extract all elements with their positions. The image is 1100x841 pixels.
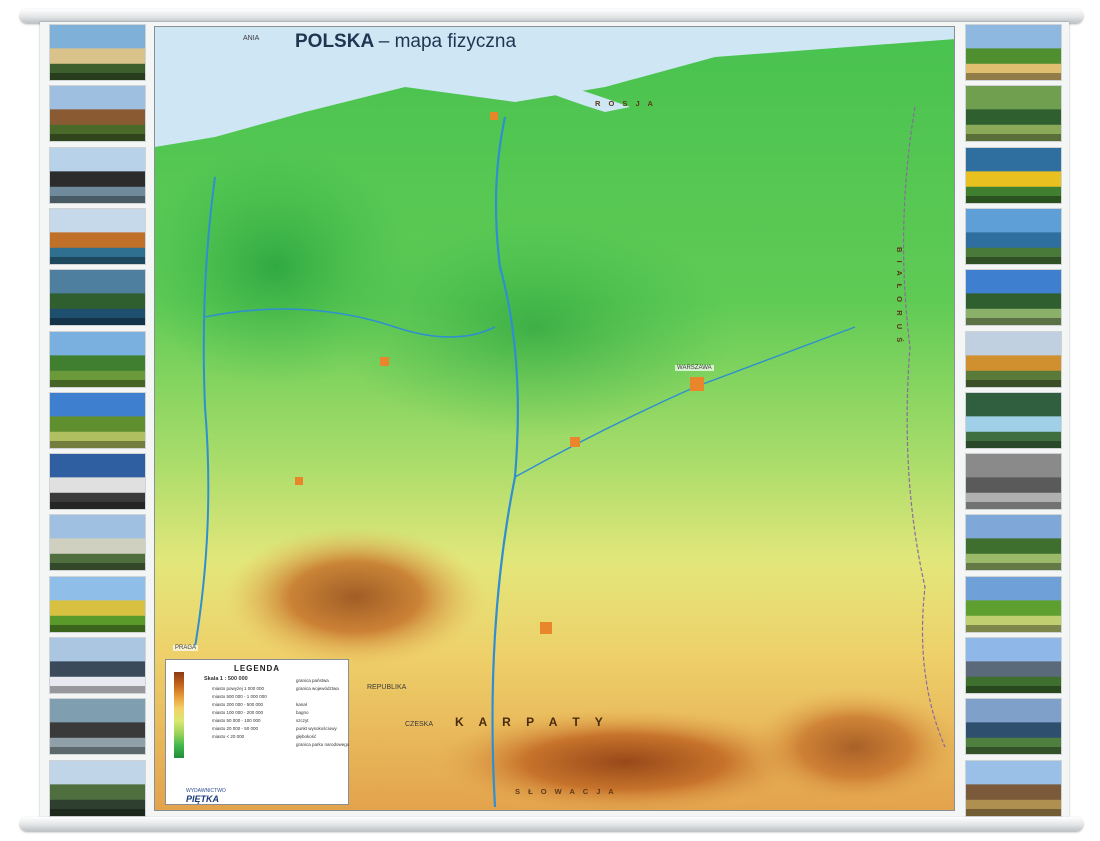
photo-caption-strip — [966, 686, 1061, 693]
photo-caption-strip — [966, 747, 1061, 755]
legend-row: granica państwa — [296, 678, 329, 683]
legend-row: miasto 500 000 - 1 000 000 — [212, 694, 267, 699]
photo-caption-strip — [50, 318, 145, 326]
photo-caption-strip — [50, 73, 145, 80]
photo-caption-strip — [50, 624, 145, 632]
photo-caption-strip — [966, 134, 1061, 142]
label-slowacja: S Ł O W A C J A — [515, 787, 617, 796]
photo-caption-strip — [966, 563, 1061, 571]
landscape-photo — [49, 207, 146, 265]
photo-caption-strip — [966, 440, 1061, 448]
landscape-photo — [965, 514, 1062, 572]
landscape-photo — [49, 330, 146, 388]
map-title-sub: – mapa fizyczna — [378, 31, 517, 52]
legend-row: miasto 100 000 - 200 000 — [212, 710, 264, 715]
bottom-hanger-rod — [20, 817, 1083, 831]
legend-row: miasto < 20 000 — [212, 734, 245, 739]
legend-row: kanał — [296, 702, 307, 707]
photo-caption-strip — [966, 195, 1061, 203]
label-rosja: R O S J A — [595, 99, 656, 108]
legend-row: granica parku narodowego — [296, 742, 350, 747]
gdansk-city — [490, 112, 498, 120]
landscape-photo — [965, 146, 1062, 204]
wroclaw-city — [295, 477, 303, 485]
photo-caption-strip — [50, 379, 145, 387]
legend-row: miasto powyżej 1 000 000 — [212, 686, 265, 691]
label-karpaty: K A R P A T Y — [455, 715, 609, 729]
photo-caption-strip — [966, 502, 1061, 510]
photo-caption-strip — [966, 256, 1061, 264]
legend-row: bagno — [296, 710, 309, 715]
map-legend: LEGENDA Skala 1 : 500 000 miasto powyżej… — [165, 659, 349, 805]
top-hanger-rod — [20, 9, 1083, 23]
poznan-city — [380, 357, 389, 366]
legend-row: szczyt — [296, 718, 309, 723]
landscape-photo — [965, 269, 1062, 327]
landscape-photo — [49, 269, 146, 327]
map-title: POLSKA – mapa fizyczna — [295, 31, 516, 53]
legend-elevation-ramp — [174, 672, 184, 758]
landscape-photo — [965, 759, 1062, 817]
map-title-main: POLSKA — [295, 31, 374, 52]
landscape-photo — [49, 85, 146, 143]
landscape-photo — [965, 85, 1062, 143]
photo-caption-strip — [50, 563, 145, 571]
landscape-photo — [965, 637, 1062, 694]
legend-row: punkt wysokościowy — [296, 726, 337, 731]
photo-caption-strip — [50, 256, 145, 264]
landscape-photo — [49, 698, 146, 756]
photo-caption-strip — [50, 195, 145, 203]
label-republika: REPUBLIKA — [367, 684, 407, 691]
legend-row: miasto 50 000 - 100 000 — [212, 718, 261, 723]
legend-row: głębokość — [296, 734, 317, 739]
landscape-photo — [965, 391, 1062, 449]
landscape-photo — [49, 514, 146, 572]
landscape-photo — [49, 146, 146, 204]
sudety-mountains — [225, 527, 485, 667]
legend-row: miasto 200 000 - 500 000 — [212, 702, 264, 707]
photo-caption-strip — [50, 134, 145, 142]
landscape-photo — [49, 759, 146, 817]
photo-caption-strip — [50, 440, 145, 448]
photo-caption-strip — [50, 502, 145, 510]
landscape-photo — [965, 698, 1062, 756]
photo-caption-strip — [966, 73, 1061, 80]
label-warszawa: WARSZAWA — [675, 365, 714, 371]
photo-caption-strip — [50, 747, 145, 755]
label-czeska: CZESKA — [405, 721, 434, 728]
landscape-photo — [965, 575, 1062, 633]
photo-caption-strip — [966, 808, 1061, 816]
lodz-city — [570, 437, 580, 447]
label-bialorus: B I A Ł O R U Ś — [895, 247, 904, 346]
landscape-photo — [49, 391, 146, 449]
eastern-carpathians — [745, 687, 954, 807]
physical-map: POLSKA – mapa fizyczna ANIA R O S J A WA… — [154, 26, 955, 811]
landscape-photo — [965, 330, 1062, 388]
warszawa-city — [690, 377, 704, 391]
landscape-photo — [965, 207, 1062, 265]
photo-caption-strip — [966, 624, 1061, 632]
photo-caption-strip — [50, 808, 145, 816]
legend-row: miasto 20 000 - 50 000 — [212, 726, 259, 731]
photo-caption-strip — [966, 379, 1061, 387]
landscape-photo — [965, 453, 1062, 511]
landscape-photo — [49, 575, 146, 633]
landscape-photo — [965, 24, 1062, 81]
label-praga: PRAGA — [173, 645, 199, 651]
landscape-photo — [49, 453, 146, 511]
label-lithuania-part: ANIA — [243, 35, 260, 42]
photo-caption-strip — [966, 318, 1061, 326]
legend-scale: Skala 1 : 500 000 — [204, 676, 248, 682]
legend-title: LEGENDA — [233, 664, 281, 673]
publisher-logo: WYDAWNICTWO PIĘTKA — [186, 788, 226, 804]
krakow-city — [540, 622, 552, 634]
photo-caption-strip — [50, 686, 145, 693]
legend-row: granica województwa — [296, 686, 339, 691]
landscape-photo — [49, 24, 146, 81]
publisher-name: PIĘTKA — [186, 794, 220, 804]
landscape-photo — [49, 637, 146, 694]
